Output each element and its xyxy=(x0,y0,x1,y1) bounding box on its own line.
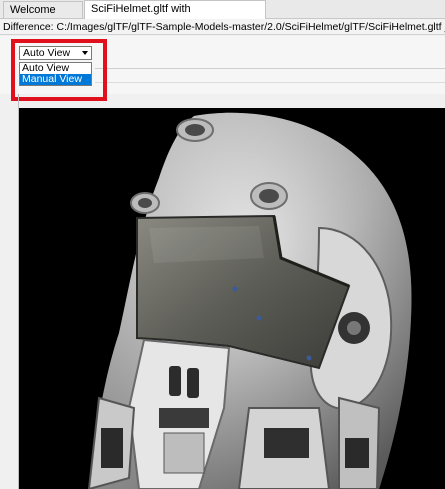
divider xyxy=(95,82,445,83)
divider xyxy=(95,68,445,69)
helmet-model xyxy=(87,112,412,489)
difference-path-bar: Difference: C:/Images/glTF/glTF-Sample-M… xyxy=(0,19,445,35)
tab-bar: Welcome Page SciFiHelmet.gltf with SciFi… xyxy=(0,0,445,33)
tab-welcome-page[interactable]: Welcome Page xyxy=(3,1,83,33)
tab-diff-comparison[interactable]: SciFiHelmet.gltf with SciFiHelmet_1.gltf xyxy=(84,0,266,32)
difference-path-text: Difference: C:/Images/glTF/glTF-Sample-M… xyxy=(3,21,445,33)
annotation-highlight-box xyxy=(11,39,107,101)
model-viewport[interactable] xyxy=(19,108,445,489)
